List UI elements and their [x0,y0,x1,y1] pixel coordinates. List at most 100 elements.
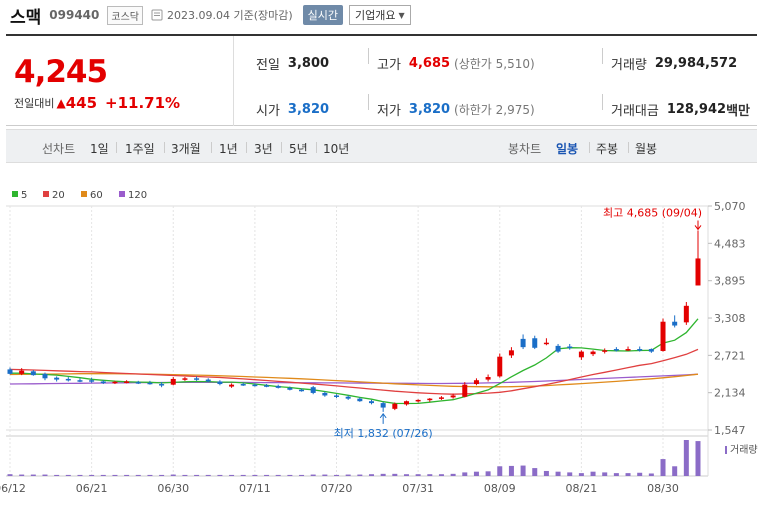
volume-bar [672,466,678,476]
open-price: 시가 3,820 [256,100,329,119]
prev-close-label: 전일 [256,58,280,73]
candle-body [54,377,60,380]
legend-swatch [12,191,18,197]
candle-body [322,392,328,396]
volume-bar [625,473,631,476]
candle-body [415,399,421,402]
candle-body [590,351,596,355]
period-daily[interactable]: 일봉 [556,140,578,157]
low-annotation: 최저 1,832 (07/26) [334,427,433,440]
open-label: 시가 [256,104,280,119]
candle-body [205,379,211,382]
market-badge: 코스닥 [107,5,143,25]
volume-bar [532,468,538,476]
divider [316,142,317,153]
x-tick-label: 08/09 [484,482,516,495]
realtime-button[interactable]: 실시간 [302,5,344,25]
y-tick-label: 5,070 [714,200,746,213]
candle-body [357,398,363,402]
candle-body [182,378,188,380]
stock-name: 스맥 [10,7,42,28]
company-info-button[interactable]: 기업개요 ▼ [349,5,411,25]
x-tick-label: 07/20 [321,482,353,495]
line-chart-label[interactable]: 선차트 [42,140,75,157]
candle-body [159,384,165,386]
candle-body [147,382,153,385]
candle-body [264,385,270,387]
volume-bar [100,474,106,476]
clock-icon [151,9,163,21]
volume-bar [7,474,13,476]
volume-bar [543,470,549,476]
divider [211,142,212,153]
candle-body [532,338,538,348]
period-3y[interactable]: 3년 [254,140,273,157]
legend-label: 60 [90,190,103,201]
legend-swatch [119,191,125,197]
volume-bar [485,471,491,476]
candle-body [7,369,13,374]
low-price: 저가 3,820 (하한가 2,975) [377,100,535,119]
candle-body [345,396,351,399]
chevron-down-icon: ▼ [398,10,405,20]
period-3m[interactable]: 3개월 [171,140,201,157]
candle-body [578,351,584,358]
volume-bar [170,474,176,476]
volume-bar [194,474,200,476]
volume-bar [159,474,165,476]
candle-body [380,403,386,408]
candle-body [42,373,48,379]
volume: 거래량 29,984,572 [611,54,737,73]
volume-bar [392,473,398,476]
ma5-line [10,318,699,405]
stock-code: 099440 [49,8,100,22]
volume-bar [602,472,608,476]
candle-body [392,403,398,409]
candle-body [89,380,95,382]
candle-body [240,384,246,386]
volume-bar [497,466,503,476]
x-tick-label: 08/21 [566,482,598,495]
base-date: 2023.09.04 기준(장마감) [151,7,293,23]
volume-bar [508,465,514,476]
period-monthly[interactable]: 월봉 [635,140,657,157]
volume-bar [462,472,468,476]
base-date-text: 2023.09.04 기준(장마감) [167,9,293,22]
period-10y[interactable]: 10년 [323,140,349,157]
candle-body [30,371,36,376]
period-weekly[interactable]: 주봉 [596,140,618,157]
period-5y[interactable]: 5년 [289,140,308,157]
candle-body [695,258,701,286]
candle-body [497,356,503,377]
candle-chart-label[interactable]: 봉차트 [508,140,541,157]
volume-bar [147,474,153,476]
trade-amount: 거래대금 128,942 백만 [611,100,750,119]
prev-close-value: 3,800 [287,56,330,71]
candle-body [683,305,689,323]
candle-body [100,381,106,383]
candle-body [567,346,573,349]
candle-body [275,385,281,388]
change-value: 445 [65,94,98,112]
low-value: 3,820 [408,102,451,117]
period-1d[interactable]: 1일 [90,140,109,157]
candle-body [124,381,130,383]
volume-bar [54,474,60,476]
y-tick-label: 4,483 [714,237,746,250]
volume-value: 29,984,572 [654,56,738,71]
volume-bar [415,474,421,476]
legend-label: 5 [21,190,27,201]
volume-bar [217,474,223,476]
candle-body [77,380,83,382]
legend-label: 120 [128,190,147,201]
candle-body [194,378,200,380]
candle-body [252,384,258,387]
period-1y[interactable]: 1년 [219,140,238,157]
period-1w[interactable]: 1주일 [125,140,155,157]
volume-bar [124,474,130,476]
candle-body [660,321,666,351]
candle-body [438,397,444,399]
volume-bar [334,474,340,476]
volume-bar [357,474,363,476]
volume-bar [438,474,444,476]
